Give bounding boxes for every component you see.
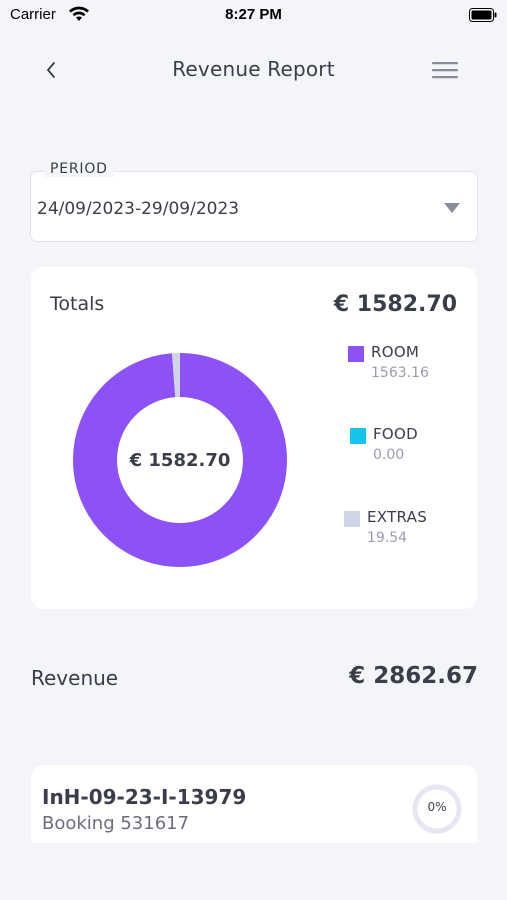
revenue-amount: € 2862.67	[349, 663, 478, 689]
battery-icon	[469, 8, 497, 22]
period-select[interactable]: 24/09/2023-29/09/2023	[30, 171, 478, 242]
booking-id: InH-09-23-I-13979	[42, 785, 247, 809]
status-time: 8:27 PM	[225, 6, 282, 23]
legend-name-extras: EXTRAS	[367, 508, 428, 526]
donut-center-label: € 1582.70	[129, 450, 231, 471]
legend-value-room: 1563.16	[371, 365, 429, 381]
menu-button[interactable]	[431, 58, 459, 82]
legend-value-food: 0.00	[373, 447, 405, 463]
status-bar: Carrier 8:27 PM	[0, 0, 507, 32]
legend-value-extras: 19.54	[367, 530, 408, 546]
totals-card: Totals € 1582.70 € 1582.70 ROOM 1563.16 …	[31, 267, 477, 609]
totals-label: Totals	[50, 293, 105, 315]
revenue-label: Revenue	[31, 666, 119, 690]
legend-name-food: FOOD	[373, 425, 418, 443]
nav-header: Revenue Report	[0, 48, 507, 92]
totals-amount: € 1582.70	[333, 292, 457, 317]
legend-swatch-room	[348, 346, 364, 362]
period-label: PERIOD	[44, 161, 114, 177]
legend-name-room: ROOM	[371, 343, 420, 361]
legend-swatch-food	[350, 428, 366, 444]
period-value: 24/09/2023-29/09/2023	[37, 199, 240, 219]
booking-card[interactable]: InH-09-23-I-13979 Booking 531617 0%	[31, 765, 477, 843]
booking-subtitle: Booking 531617	[42, 813, 190, 834]
hamburger-menu-icon	[432, 62, 458, 79]
legend-swatch-extras	[344, 511, 360, 527]
progress-label: 0%	[427, 800, 447, 814]
dropdown-arrow-icon	[444, 203, 460, 213]
